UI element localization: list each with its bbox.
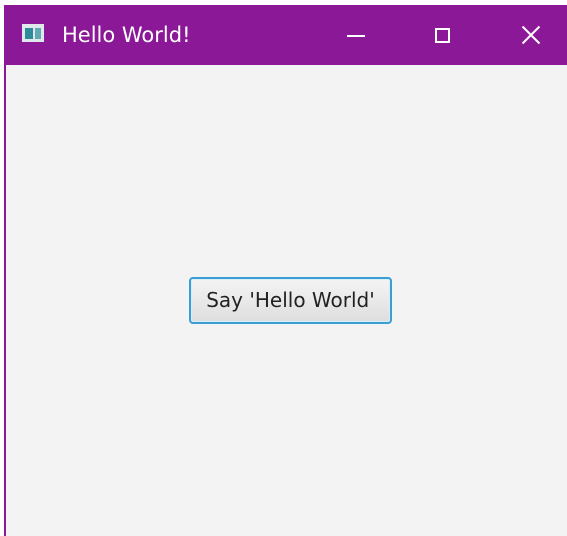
minimize-button[interactable] <box>328 5 384 65</box>
say-hello-world-button[interactable]: Say 'Hello World' <box>189 277 392 324</box>
window-titlebar[interactable]: Hello World! <box>6 5 567 65</box>
minimize-icon <box>347 35 365 37</box>
close-button[interactable] <box>503 5 559 65</box>
maximize-button[interactable] <box>414 5 470 65</box>
app-window-icon <box>22 24 44 42</box>
window-title: Hello World! <box>62 23 191 47</box>
main-content-area: Say 'Hello World' <box>6 65 567 536</box>
maximize-icon <box>434 27 450 43</box>
close-icon <box>521 25 541 45</box>
app-window: Hello World! Say 'Hello World' <box>4 5 567 536</box>
